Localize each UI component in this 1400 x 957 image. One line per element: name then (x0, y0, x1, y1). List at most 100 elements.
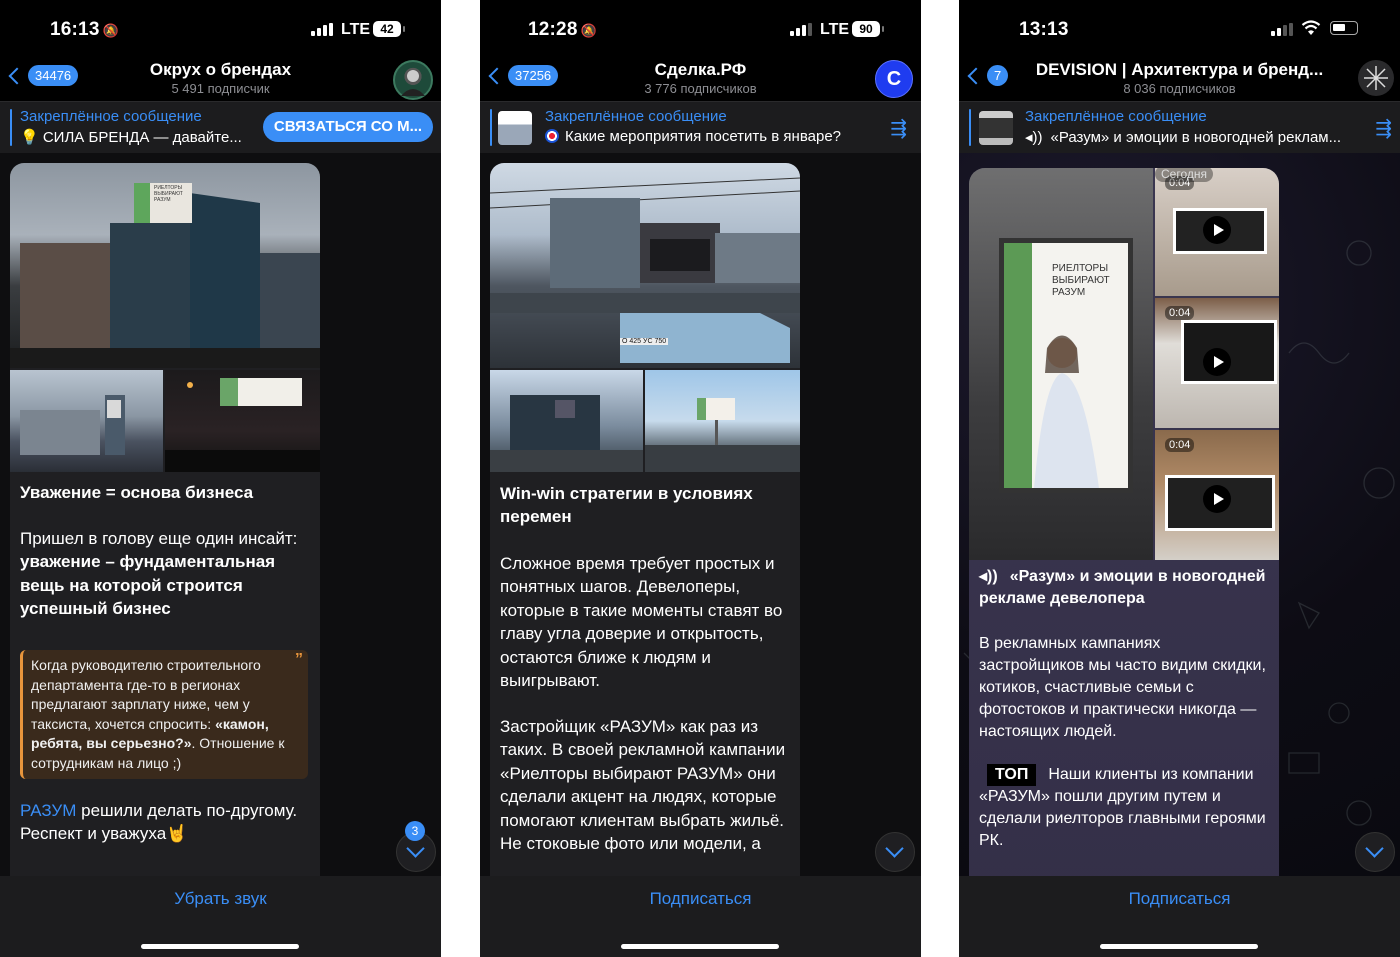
status-bar: 16:13 🔕 LTE 42 (0, 0, 441, 60)
chevron-down-icon (885, 839, 904, 858)
phone-screen-devision: 13:13 7 DEVISION | Архитектура и бренд..… (959, 0, 1400, 957)
bottom-bar: Подписаться (480, 876, 921, 957)
message-bubble: РИЕЛТОРЫ ВЫБИРАЮТ РАЗУМ Уважение = основа … (10, 163, 320, 876)
play-icon (1203, 216, 1231, 244)
status-bar: 13:13 (959, 0, 1400, 60)
unread-badge: 34476 (28, 65, 79, 86)
pinned-thumbnail (979, 111, 1013, 145)
chevron-down-icon (406, 839, 425, 858)
contact-button[interactable]: СВЯЗАТЬСЯ СО М... (263, 112, 433, 142)
speaker-icon: ◂)) (979, 568, 998, 585)
person-avatar-icon (401, 70, 425, 96)
mute-button[interactable]: Убрать звук (0, 889, 441, 909)
photo-left[interactable] (10, 370, 163, 472)
pinned-label: Закреплённое сообщение (20, 108, 202, 125)
poster-frame: РИЕЛТОРЫ ВЫБИРАЮТ РАЗУМ (999, 238, 1133, 493)
channel-avatar[interactable] (393, 60, 433, 100)
pinned-label: Закреплённое сообщение (1025, 108, 1207, 125)
phone-screen-sdelka: 12:28 🔕 LTE 90 37256 Сделка.РФ 3 776 подп… (480, 0, 921, 957)
back-button[interactable]: 37256 (488, 65, 559, 86)
pinned-message-bar[interactable]: Закреплённое сообщение 💡 СИЛА БРЕНДА — д… (0, 101, 441, 154)
wifi-icon (1301, 20, 1321, 41)
scroll-down-button[interactable] (875, 832, 915, 872)
play-icon (1203, 348, 1231, 376)
signal-icon (311, 23, 333, 36)
scroll-down-button[interactable] (1355, 832, 1395, 872)
status-time: 16:13 🔕 (50, 19, 119, 40)
photo-poster[interactable]: РИЕЛТОРЫ ВЫБИРАЮТ РАЗУМ (969, 168, 1153, 560)
status-bar: 12:28 🔕 LTE 90 (480, 0, 921, 60)
video-frame (1181, 320, 1277, 384)
bottom-bar: Убрать звук (0, 876, 441, 957)
quote-block: ” Когда руководителю строительного депар… (20, 650, 308, 779)
pinned-thumbnail (498, 111, 532, 145)
post-title: ◂)) «Разум» и эмоции в новогодней рекламе… (979, 568, 1266, 607)
quote-icon: ” (295, 651, 303, 668)
post-paragraph-2: ТОП Наши клиенты из компании «РАЗУМ» пошл… (979, 764, 1266, 849)
night-billboard-illustration (165, 378, 320, 472)
channel-title[interactable]: Сделка.РФ (560, 60, 841, 80)
building-illustration (490, 395, 643, 472)
bell-muted-icon: 🔕 (580, 23, 597, 38)
post-title: Win-win стратегии в условиях перемен (500, 484, 753, 527)
back-button[interactable]: 34476 (8, 65, 79, 86)
pinned-message-bar[interactable]: Закреплённое сообщение ◂)) «Разум» и эмоц… (959, 101, 1400, 154)
chevron-left-icon (8, 67, 26, 84)
photo-left[interactable] (490, 370, 643, 472)
chat-header: 37256 Сделка.РФ 3 776 подписчиков C (480, 55, 921, 101)
channel-title[interactable]: DEVISION | Архитектура и бренд... (1019, 60, 1340, 80)
pinned-text: ◂)) «Разум» и эмоции в новогодней реклам.… (1025, 129, 1342, 146)
pinned-message-bar[interactable]: Закреплённое сообщение Какие мероприятия… (480, 101, 921, 154)
photo-main[interactable]: О 425 УС 750 (490, 163, 800, 368)
channel-avatar[interactable] (1358, 60, 1394, 96)
unread-badge: 7 (987, 65, 1009, 86)
street-illustration (20, 395, 125, 455)
pinned-text: Какие мероприятия посетить в январе? (545, 128, 875, 145)
photo-main[interactable]: РИЕЛТОРЫ ВЫБИРАЮТ РАЗУМ (10, 163, 320, 368)
signal-icon (790, 23, 812, 36)
status-time: 12:28 🔕 (528, 19, 597, 40)
video-thumb-2[interactable]: 0:04 (1155, 298, 1279, 428)
message-bubble: РИЕЛТОРЫ ВЫБИРАЮТ РАЗУМ 0:04 0:04 0:04 С… (969, 168, 1279, 876)
home-indicator (1100, 944, 1258, 949)
speaker-icon: ◂)) (1025, 129, 1043, 146)
razum-link[interactable]: РАЗУМ (20, 801, 76, 820)
video-thumb-3[interactable]: 0:04 (1155, 430, 1279, 560)
pin-list-icon[interactable]: ⇶ (1375, 116, 1392, 141)
subscribe-button[interactable]: Подписаться (480, 889, 921, 909)
play-icon (1203, 485, 1231, 513)
chevron-left-icon (488, 67, 506, 84)
chat-area[interactable]: РИЕЛТОРЫ ВЫБИРАЮТ РАЗУМ Уважение = основа … (0, 153, 441, 876)
channel-title[interactable]: Окрух о брендах (80, 60, 361, 80)
pinned-text: 💡 СИЛА БРЕНДА — давайте... (20, 129, 242, 146)
chat-area[interactable]: РИЕЛТОРЫ ВЫБИРАЮТ РАЗУМ 0:04 0:04 0:04 С… (959, 153, 1400, 876)
pinned-indicator (10, 109, 12, 146)
back-button[interactable]: 7 (967, 65, 1009, 86)
message-bubble: О 425 УС 750 Win-win стратегии в условия… (490, 163, 800, 876)
video-thumb-1[interactable]: 0:04 (1155, 168, 1279, 296)
network-type: LTE (820, 21, 850, 38)
photo-right[interactable] (645, 370, 800, 472)
video-duration: 0:04 (1165, 438, 1195, 452)
bell-muted-icon: 🔕 (102, 23, 119, 38)
pinned-indicator (490, 109, 492, 146)
highway-billboard-illustration (645, 398, 800, 472)
photo-right[interactable] (165, 370, 320, 472)
status-time: 13:13 (1019, 19, 1069, 40)
post-paragraph-2: Застройщик «РАЗУМ» как раз из таких. В с… (500, 717, 786, 854)
sparkle-logo-icon (1364, 66, 1388, 90)
pin-list-icon[interactable]: ⇶ (890, 116, 907, 141)
target-icon (545, 129, 559, 143)
bottom-bar: Подписаться (959, 876, 1400, 957)
subscriber-count: 3 776 подписчиков (644, 81, 757, 96)
chat-area[interactable]: О 425 УС 750 Win-win стратегии в условия… (480, 153, 921, 876)
unread-badge: 37256 (508, 65, 559, 86)
subscribe-button[interactable]: Подписаться (959, 889, 1400, 909)
battery-indicator: 90 (852, 21, 884, 37)
channel-avatar[interactable]: C (875, 60, 913, 98)
chat-header: 7 DEVISION | Архитектура и бренд... 8 03… (959, 55, 1400, 101)
video-duration: 0:04 (1165, 306, 1195, 320)
post-paragraph-1: Сложное время требует простых и понятных… (500, 554, 783, 691)
license-plate: О 425 УС 750 (620, 338, 669, 345)
billboard-text: РИЕЛТОРЫ ВЫБИРАЮТ РАЗУМ (154, 185, 183, 203)
